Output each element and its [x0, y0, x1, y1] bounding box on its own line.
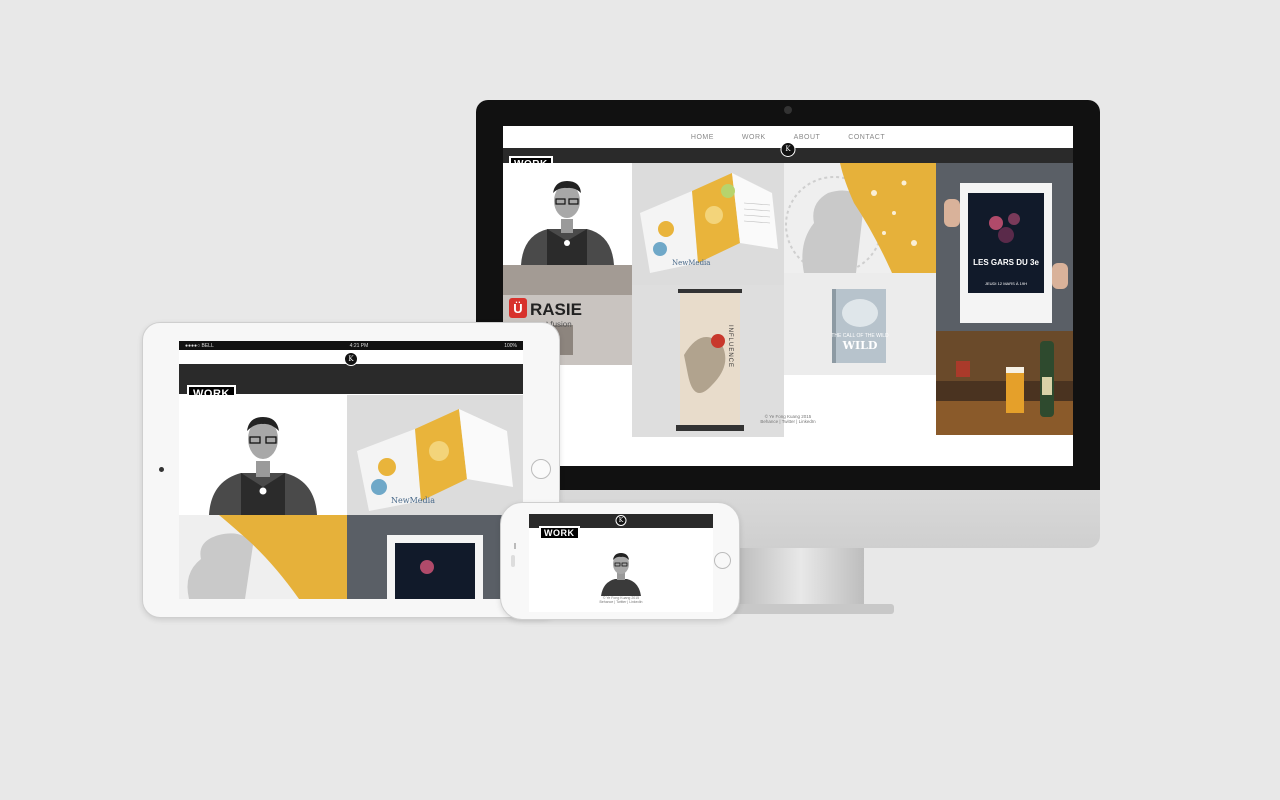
brochure-tile[interactable]: NewMedia [632, 163, 784, 285]
brochure-image: NewMedia [632, 163, 784, 285]
battery-text: 100% [504, 342, 517, 349]
poster-tile[interactable] [347, 515, 523, 599]
logo-icon[interactable]: K [344, 352, 358, 366]
logo-icon[interactable]: K [615, 515, 627, 526]
statue-tile[interactable] [784, 163, 936, 273]
portrait-tile[interactable] [503, 163, 632, 265]
brochure-brand-text: NewMedia [672, 259, 710, 267]
site-footer: © Ye Fong Kuang 2015 Behance | Twitter |… [529, 596, 713, 604]
ipad-status-bar: ●●●●○ BELL 4:21 PM 100% [179, 341, 523, 350]
ipad-header: K [179, 350, 523, 366]
ipad-screen: ●●●●○ BELL 4:21 PM 100% K WORK NewMedia [179, 341, 523, 599]
carrier-text: ●●●●○ BELL [185, 342, 214, 349]
iphone-screen: K WORK © Ye Fong Kuang 2015 Behance | Tw… [529, 514, 713, 612]
imac-stand [738, 548, 864, 608]
nav-home-link[interactable]: HOME [691, 134, 714, 141]
portrait-image [209, 417, 317, 515]
nav-about-link[interactable]: ABOUT [794, 134, 821, 141]
statue-image [179, 515, 347, 599]
logo-icon[interactable]: K [780, 142, 796, 157]
clock-text: 4:21 PM [349, 342, 369, 349]
header-band: K [503, 142, 1073, 163]
portrait-tile[interactable] [179, 395, 347, 515]
volume-button-icon [514, 543, 516, 549]
portrait-image [503, 163, 632, 265]
speaker-icon [511, 555, 515, 567]
camera-icon [159, 467, 164, 472]
svg-text:WILD: WILD [842, 339, 878, 352]
camera-icon [784, 106, 792, 114]
nav-work-link[interactable]: WORK [742, 134, 766, 141]
statue-image [784, 163, 936, 273]
portrait-image [601, 553, 641, 596]
poster-image: LES GARS DU 3e JEUDI 12 MARS À 19H [936, 163, 1073, 331]
poster-title-text: LES GARS DU 3e [973, 258, 1039, 267]
imac-bezel: HOME WORK ABOUT CONTACT K WORK [476, 100, 1100, 490]
imac-screen: HOME WORK ABOUT CONTACT K WORK [503, 126, 1073, 466]
svg-text:Ü: Ü [513, 301, 522, 316]
device-mockup-scene: HOME WORK ABOUT CONTACT K WORK [0, 0, 1280, 800]
home-button-icon[interactable] [531, 459, 551, 479]
poster-date-text: JEUDI 12 MARS À 19H [985, 281, 1027, 286]
brochure-brand-text: NewMedia [391, 496, 435, 505]
brochure-tile[interactable]: NewMedia [347, 395, 523, 515]
footer-social-links[interactable]: Behance | Twitter | LinkedIn [503, 419, 1073, 424]
brochure-image: NewMedia [347, 395, 523, 515]
banner-text: INFLUENCE [727, 325, 733, 368]
nav-contact-link[interactable]: CONTACT [848, 134, 885, 141]
book-image: THE CALL OF THE WILD WILD [784, 273, 936, 375]
footer-social-links[interactable]: Behance | Twitter | LinkedIn [529, 600, 713, 604]
rasie-title-text: RASIE [530, 300, 582, 319]
ipad-device: ●●●●○ BELL 4:21 PM 100% K WORK NewMedia [142, 322, 560, 618]
statue-tile[interactable] [179, 515, 347, 599]
poster-tile[interactable]: LES GARS DU 3e JEUDI 12 MARS À 19H [936, 163, 1073, 331]
site-footer: © Ye Fong Kuang 2015 Behance | Twitter |… [503, 414, 1073, 424]
home-button-icon[interactable] [714, 552, 731, 569]
section-label: WORK [539, 526, 580, 540]
book-tile[interactable]: THE CALL OF THE WILD WILD [784, 273, 936, 375]
poster-image [347, 515, 523, 599]
iphone-device: K WORK © Ye Fong Kuang 2015 Behance | Tw… [500, 502, 740, 620]
